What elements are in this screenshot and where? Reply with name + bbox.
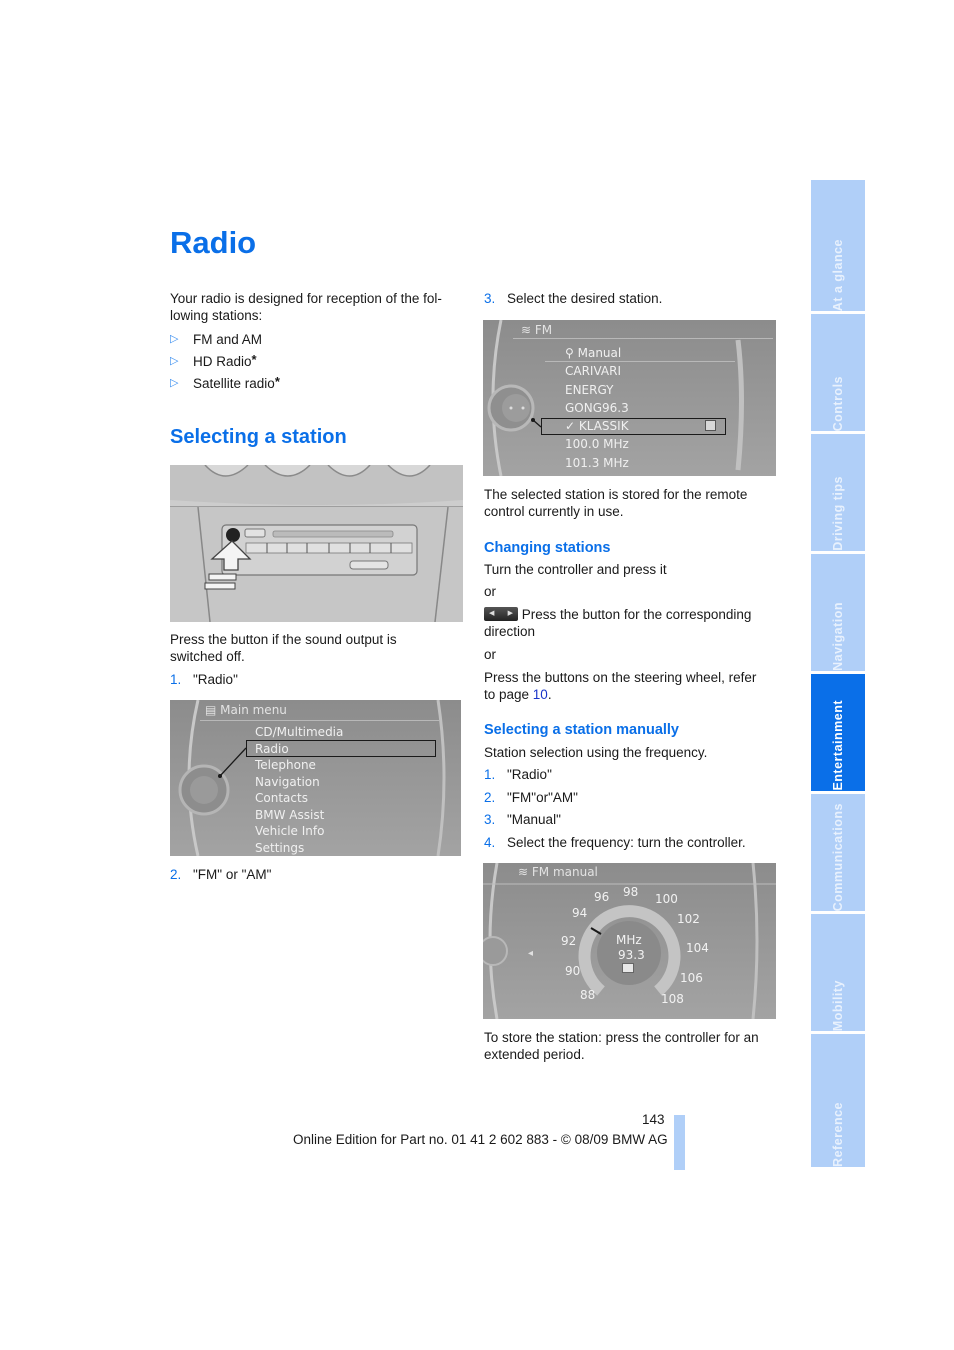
scale-label: 106 [680, 971, 703, 985]
store-icon [705, 420, 716, 431]
main-menu-screenshot: ▤ Main menu CD/Multimedia Radio Telephon… [170, 700, 461, 856]
controller-knob-icon [487, 320, 744, 476]
fm-station-list: ⚲ Manual CARIVARI ENERGY GONG96.3 ✓ KLAS… [565, 344, 629, 472]
list-item: 1. "Radio" [484, 767, 552, 782]
intro-text: Your radio is designed for reception of … [170, 291, 442, 323]
menu-item-vehicle-info[interactable]: Vehicle Info [255, 823, 343, 840]
fm-manual-header: ≋ FM manual [518, 865, 598, 879]
list-item: ▷ HD Radio * [170, 352, 460, 375]
scale-label: 100 [655, 892, 678, 906]
list-item: ▷ FM and AM [170, 331, 460, 353]
triangle-bullet-icon: ▷ [170, 377, 179, 389]
manual-option[interactable]: ⚲ Manual [565, 344, 629, 362]
page-title: Radio [170, 225, 257, 260]
manual-steps: 1. "Radio" 2. "FM"or"AM" 3. "Manual" 4. Sele… [484, 766, 746, 856]
manual-intro: Station selection using the frequency. [484, 745, 708, 760]
menu-item-navigation[interactable]: Navigation [255, 774, 343, 791]
scale-label: 94 [572, 906, 588, 920]
or-text: or [484, 584, 497, 599]
sound-off-caption: Press the button if the sound output is … [170, 632, 397, 664]
section-heading-selecting: Selecting a station [170, 426, 347, 448]
station-list: ▷ FM and AM ▷ HD Radio * ▷ Satellite radi… [170, 331, 460, 397]
tab-communications[interactable]: Communications [811, 794, 865, 911]
menu-item-cd-multimedia[interactable]: CD/Multimedia [255, 724, 343, 741]
scale-label: 102 [677, 912, 700, 926]
triangle-bullet-icon: ▷ [170, 355, 179, 367]
fm-manual-dial-screenshot: ◂ ≋ FM manual MHz 93.3 88 90 92 94 96 98… [483, 863, 776, 1019]
list-item: 4. Select the frequency: turn the control… [484, 834, 746, 850]
tab-navigation[interactable]: Navigation [811, 554, 865, 671]
step-2: 2. "FM" or "AM" [170, 867, 272, 882]
frequency-value: 93.3 [618, 948, 645, 962]
optional-asterisk: * [251, 352, 257, 367]
radio-panel-illustration [170, 465, 463, 622]
menu-item-settings[interactable]: Settings [255, 840, 343, 857]
radio-icon: ≋ [518, 865, 532, 879]
tab-mobility[interactable]: Mobility [811, 914, 865, 1031]
triangle-bullet-icon: ▷ [170, 333, 179, 345]
store-icon [622, 963, 634, 973]
scale-label: 88 [580, 988, 596, 1002]
scale-label: 104 [686, 941, 709, 955]
page-link[interactable]: 10 [533, 687, 548, 702]
direction-buttons-icon: ◀ ▶ [484, 607, 518, 621]
menu-item-bmw-assist[interactable]: BMW Assist [255, 807, 343, 824]
selection-highlight [541, 418, 726, 435]
scale-label: 92 [561, 934, 577, 948]
tab-reference[interactable]: Reference [811, 1034, 865, 1167]
edition-text: Online Edition for Part no. 01 41 2 602 … [293, 1132, 668, 1147]
optional-asterisk: * [274, 374, 280, 389]
station-item[interactable]: 101.3 MHz [565, 454, 629, 472]
menu-header: ▤ Main menu [205, 703, 287, 717]
or-text: or [484, 647, 497, 662]
search-icon: ⚲ [565, 346, 578, 360]
tab-controls[interactable]: Controls [811, 314, 865, 431]
store-note: To store the station: press the controll… [484, 1030, 759, 1062]
fm-header: ≋ FM [521, 323, 553, 337]
steering-wheel-instruction: Press the buttons on the steering wheel,… [484, 670, 757, 702]
section-heading-manual: Selecting a station manually [484, 722, 679, 738]
stored-note: The selected station is stored for the r… [484, 487, 748, 519]
list-item: ▷ Satellite radio * [170, 374, 460, 397]
station-item[interactable]: GONG96.3 [565, 399, 629, 417]
svg-text:◂: ◂ [528, 948, 533, 959]
scale-label: 90 [565, 964, 581, 978]
dashboard-illustration [170, 465, 463, 622]
scale-label: 96 [594, 890, 610, 904]
list-item: 3. "Manual" [484, 812, 561, 827]
selection-highlight [246, 740, 436, 757]
list-item: 2. "FM"or"AM" [484, 789, 578, 805]
station-item[interactable]: CARIVARI [565, 362, 629, 380]
tab-entertainment[interactable]: Entertainment [811, 674, 865, 791]
tab-driving-tips[interactable]: Driving tips [811, 434, 865, 551]
menu-item-telephone[interactable]: Telephone [255, 757, 343, 774]
step-3: 3. Select the desired station. [484, 291, 663, 306]
radio-icon: ≋ [521, 323, 535, 337]
station-item[interactable]: ENERGY [565, 381, 629, 399]
menu-item-contacts[interactable]: Contacts [255, 790, 343, 807]
fm-station-list-screenshot: ≋ FM ⚲ Manual CARIVARI ENERGY GONG96.3 ✓… [483, 320, 776, 476]
menu-icon: ▤ [205, 703, 221, 717]
page-number: 143 [642, 1112, 665, 1127]
tab-at-a-glance[interactable]: At a glance [811, 180, 865, 311]
footer-accent-bar [674, 1115, 685, 1170]
scale-label: 108 [661, 992, 684, 1006]
section-heading-changing: Changing stations [484, 540, 611, 556]
station-item[interactable]: 100.0 MHz [565, 435, 629, 453]
step-1: 1. "Radio" [170, 672, 238, 687]
controller-instruction: Turn the controller and press it [484, 562, 667, 577]
direction-button-instruction: ◀ ▶ Press the button for the correspondin… [484, 607, 752, 639]
scale-label: 98 [623, 885, 639, 899]
